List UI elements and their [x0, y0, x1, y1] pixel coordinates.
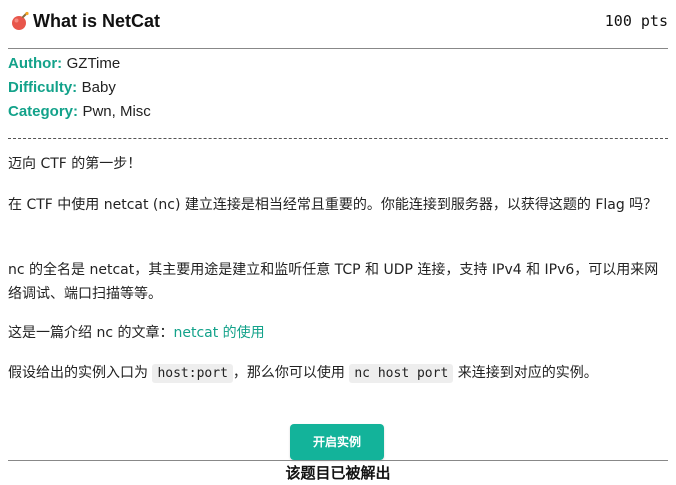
challenge-title: What is NetCat — [33, 11, 161, 31]
challenge-card: What is NetCat 100 pts Author: GZTime Di… — [0, 0, 676, 485]
host-port-code: host:port — [152, 364, 233, 383]
start-instance-button[interactable]: 开启实例 — [290, 424, 384, 460]
difficulty-row: Difficulty: Baby — [8, 78, 116, 98]
category-row: Category: Pwn, Misc — [8, 102, 151, 122]
author-row: Author: GZTime — [8, 54, 120, 74]
netcat-article-link[interactable]: netcat 的使用 — [173, 325, 264, 341]
description-paragraph-1: 迈向 CTF 的第一步！ — [8, 156, 142, 172]
meta-divider — [8, 138, 668, 139]
difficulty-label: Difficulty: — [8, 79, 78, 96]
description-paragraph-4: 这是一篇介绍 nc 的文章：netcat 的使用 — [8, 321, 664, 345]
challenge-header: What is NetCat 100 pts — [8, 8, 668, 34]
article-intro-text: 这是一篇介绍 nc 的文章： — [8, 325, 174, 341]
difficulty-value: Baby — [81, 79, 116, 96]
footer-divider — [8, 460, 668, 461]
nc-command-code: nc host port — [349, 364, 454, 383]
author-value: GZTime — [66, 55, 121, 72]
category-label: Category: — [8, 103, 79, 120]
usage-text-1: 假设给出的实例入口为 — [8, 365, 153, 381]
description-paragraph-5: 假设给出的实例入口为 host:port ，那么你可以使用 nc host por… — [8, 361, 664, 386]
header-divider — [8, 48, 668, 49]
usage-text-3: 来连接到对应的实例。 — [453, 365, 598, 381]
solved-status: 该题目已被解出 — [285, 464, 391, 482]
author-label: Author: — [8, 55, 63, 72]
usage-text-2: ，那么你可以使用 — [232, 365, 350, 381]
category-value: Pwn, Misc — [82, 103, 151, 120]
description-paragraph-3: nc 的全名是 netcat，其主要用途是建立和监听任意 TCP 和 UDP 连… — [8, 262, 659, 302]
bomb-icon — [10, 10, 32, 32]
challenge-points: 100 pts — [604, 12, 668, 30]
description-paragraph-2: 在 CTF 中使用 netcat (nc) 建立连接是相当经常且重要的。你能连接… — [8, 197, 658, 213]
